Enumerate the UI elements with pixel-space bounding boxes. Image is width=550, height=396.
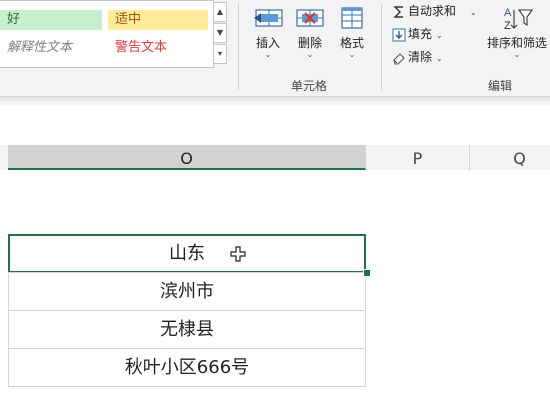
insert-label: 插入 (255, 36, 280, 50)
chevron-down-icon: ⌄ (435, 31, 443, 40)
sort-filter-label: 排序和筛选 (486, 36, 547, 50)
sigma-icon (393, 5, 403, 18)
ribbon-shadow (0, 97, 550, 105)
format-label: 格式 (339, 36, 364, 50)
fill-down-icon (392, 28, 406, 41)
insert-button[interactable]: 插入 ⌄ (248, 4, 288, 66)
chevron-down-icon: ⌄ (513, 50, 521, 59)
gallery-scroll: ▲ ▼ ▾ (213, 0, 228, 66)
format-button[interactable]: 格式 ⌄ (332, 4, 372, 66)
cell-selected[interactable]: 山东 (8, 234, 366, 273)
gallery-up-button[interactable]: ▲ (213, 2, 227, 22)
fill-button[interactable]: 填充 ⌄ (392, 24, 443, 44)
clear-label: 清除 (408, 50, 433, 64)
cell-styles-gallery: 好 适中 解释性文本 警告文本 (0, 0, 214, 68)
divider (238, 4, 239, 90)
eraser-icon (393, 52, 405, 65)
cell-cursor-icon (230, 246, 246, 262)
delete-cells-icon (296, 9, 324, 27)
chevron-down-icon: ⌄ (264, 50, 272, 59)
insert-cells-icon (254, 9, 283, 27)
formula-bar-area[interactable] (0, 105, 550, 135)
clear-button[interactable]: 清除 ⌄ (392, 47, 443, 67)
column-header-o[interactable]: O (8, 145, 366, 170)
delete-button[interactable]: 删除 ⌄ (290, 4, 330, 66)
style-good[interactable]: 好 (0, 10, 102, 30)
sort-filter-icon: A Z (504, 7, 534, 32)
sort-filter-button[interactable]: A Z 排序和筛选 ⌄ (484, 4, 550, 66)
delete-label: 删除 (297, 36, 322, 50)
svg-text:Z: Z (504, 20, 511, 32)
gallery-more-button[interactable]: ▾ (213, 44, 227, 64)
style-explanatory[interactable]: 解释性文本 (0, 38, 102, 58)
autosum-button[interactable]: 自动求和 ⌄ (392, 1, 477, 21)
chevron-down-icon: ⌄ (435, 54, 443, 63)
column-header-row: O P Q (0, 145, 550, 170)
table-cell[interactable]: 秋叶小区666号 (8, 348, 366, 387)
fill-label: 填充 (408, 27, 433, 41)
gallery-down-button[interactable]: ▼ (213, 23, 227, 43)
style-warning[interactable]: 警告文本 (108, 38, 208, 58)
chevron-down-icon: ⌄ (306, 50, 314, 59)
fill-handle[interactable] (363, 269, 371, 277)
cells-group-label: 单元格 (291, 79, 328, 93)
table-cell[interactable]: 无棣县 (8, 310, 366, 349)
table-cell[interactable]: 滨州市 (8, 272, 366, 311)
ribbon: 好 适中 解释性文本 警告文本 ▲ ▼ ▾ 插入 ⌄ 删除 ⌄ 格式 ⌄ 单元格… (0, 0, 550, 96)
format-cells-icon (341, 7, 363, 29)
editing-group-label: 编辑 (488, 79, 513, 93)
divider (381, 4, 382, 90)
chevron-down-icon: ⌄ (469, 8, 477, 17)
svg-text:A: A (504, 7, 512, 19)
column-header-q[interactable]: Q (470, 145, 550, 170)
style-neutral[interactable]: 适中 (108, 10, 208, 30)
column-header-p[interactable]: P (366, 145, 470, 170)
autosum-label: 自动求和 (408, 4, 457, 18)
chevron-down-icon: ⌄ (348, 50, 356, 59)
